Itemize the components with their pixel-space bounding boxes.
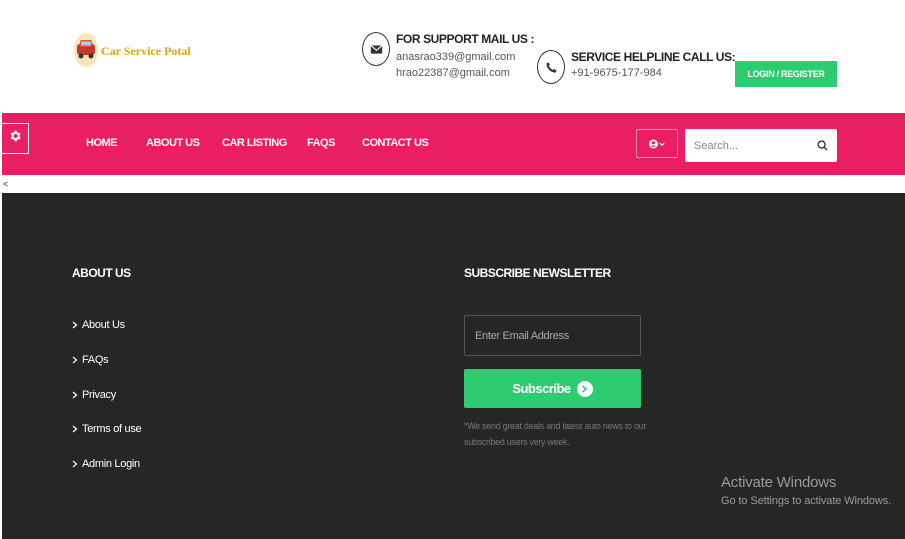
chevron-right-icon	[72, 356, 78, 364]
newsletter-heading: SUBSCRIBE NEWSLETTER	[464, 266, 611, 280]
search-input[interactable]	[685, 129, 810, 162]
chevron-right-icon	[72, 425, 78, 433]
arrow-right-icon	[576, 380, 593, 397]
site-header: Car Service Potal FOR SUPPORT MAIL US : …	[2, 2, 905, 113]
nav-contact-us[interactable]: CONTACT US	[362, 137, 429, 149]
footer-link-terms[interactable]: Terms of use	[72, 423, 142, 435]
search-icon[interactable]	[817, 140, 828, 151]
nav-about-us[interactable]: ABOUT US	[146, 137, 200, 149]
watermark-subtitle: Go to Settings to activate Windows.	[721, 495, 892, 507]
gear-icon	[8, 129, 22, 148]
main-navbar: HOME ABOUT US CAR LISTING FAQS CONTACT U…	[2, 113, 905, 175]
chevron-right-icon	[72, 391, 78, 399]
site-logo[interactable]: Car Service Potal	[72, 30, 191, 70]
footer-link-label: About Us	[82, 319, 125, 331]
user-menu-button[interactable]	[636, 129, 678, 158]
login-register-button[interactable]: LOGIN / REGISTER	[735, 61, 837, 87]
site-footer: ABOUT US About Us FAQs Privacy Terms of …	[2, 193, 905, 539]
windows-activation-watermark: Activate Windows Go to Settings to activ…	[721, 474, 891, 507]
envelope-icon	[362, 32, 390, 66]
subscribe-label: Subscribe	[512, 381, 571, 396]
footer-link-label: Admin Login	[82, 458, 140, 470]
footer-link-faqs[interactable]: FAQs	[72, 354, 109, 366]
user-icon	[648, 139, 665, 148]
footer-about-heading: ABOUT US	[72, 266, 131, 280]
helpline-phone[interactable]: +91-9675-177-984	[571, 67, 735, 79]
support-email[interactable]: anasrao339@gmail.com	[396, 51, 534, 63]
nav-faqs[interactable]: FAQS	[307, 137, 335, 149]
nav-home[interactable]: HOME	[86, 137, 118, 149]
footer-link-label: Privacy	[82, 389, 116, 401]
newsletter-note: *We send great deals and latest auto new…	[464, 421, 647, 447]
settings-toggle-button[interactable]	[2, 123, 29, 154]
search-box	[685, 129, 837, 162]
support-email[interactable]: hrao22387@gmail.com	[396, 67, 534, 79]
phone-icon	[537, 50, 565, 84]
support-title: FOR SUPPORT MAIL US :	[396, 32, 535, 46]
support-mail: FOR SUPPORT MAIL US : anasrao339@gmail.c…	[362, 32, 534, 79]
subscribe-button[interactable]: Subscribe	[464, 369, 641, 408]
chevron-right-icon	[72, 321, 78, 329]
footer-link-label: FAQs	[82, 354, 109, 366]
footer-link-privacy[interactable]: Privacy	[72, 389, 116, 401]
back-link[interactable]: <	[3, 179, 8, 189]
logo-text: Car Service Potal	[101, 43, 191, 58]
footer-link-admin-login[interactable]: Admin Login	[72, 458, 140, 470]
logo-icon	[72, 30, 100, 70]
watermark-title: Activate Windows	[721, 474, 837, 491]
chevron-right-icon	[72, 460, 78, 468]
footer-link-label: Terms of use	[82, 423, 142, 435]
newsletter-email-input[interactable]	[464, 315, 641, 356]
nav-car-listing[interactable]: CAR LISTING	[222, 137, 287, 149]
helpline: SERVICE HELPLINE CALL US: +91-9675-177-9…	[537, 50, 736, 84]
helpline-title: SERVICE HELPLINE CALL US:	[571, 50, 736, 64]
footer-link-about-us[interactable]: About Us	[72, 319, 125, 331]
